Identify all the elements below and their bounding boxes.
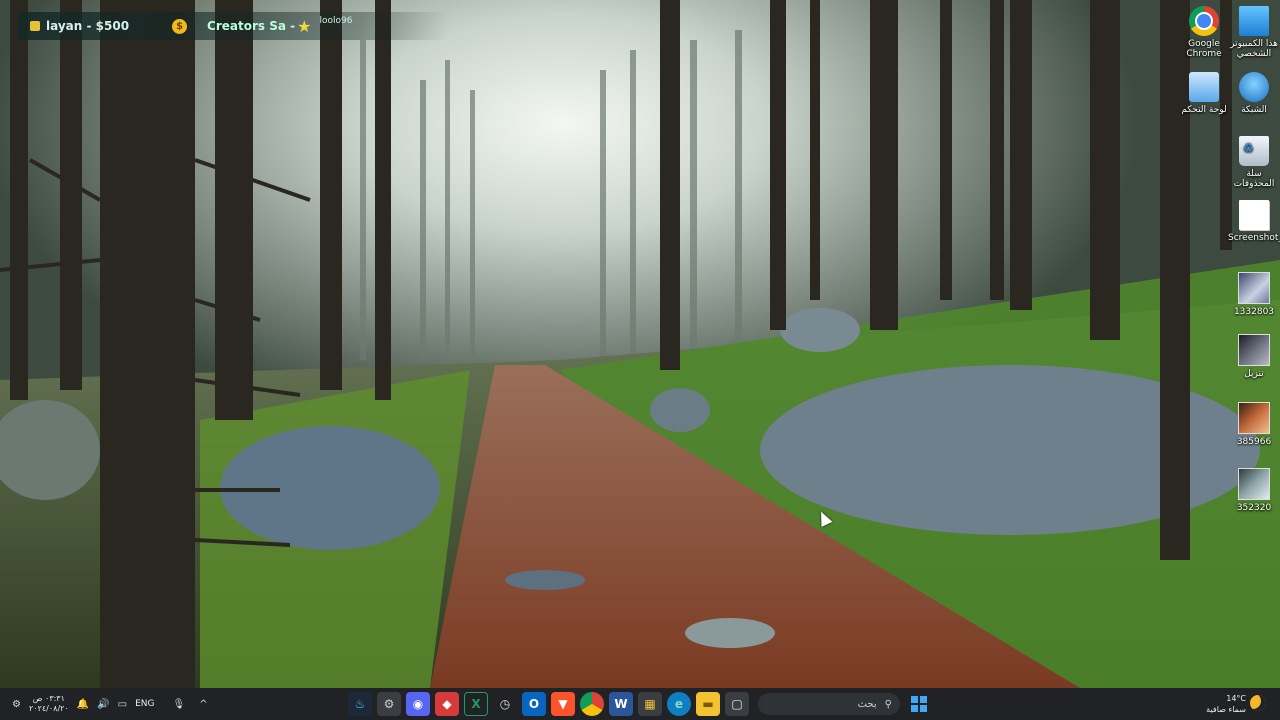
desktop-icon-download[interactable]: تنزيل bbox=[1228, 334, 1280, 379]
volume-icon[interactable]: 🔊 bbox=[97, 699, 109, 710]
desktop-icon-label: Google Chrome bbox=[1186, 39, 1222, 59]
desktop-icon-network[interactable]: الشبكة bbox=[1228, 72, 1280, 115]
desktop-icon-label: هذا الكمبيوتر الشخصي bbox=[1230, 39, 1278, 59]
clock-app-icon[interactable]: ◷ bbox=[493, 692, 517, 716]
handle-label: loolo96 bbox=[319, 16, 353, 26]
weather-temp: 14°C bbox=[1226, 694, 1246, 703]
desktop-icon-label: 352320 bbox=[1236, 503, 1272, 513]
desktop-icon-label: الشبكة bbox=[1241, 105, 1267, 115]
desktop-icon-label: تنزيل bbox=[1244, 369, 1264, 379]
dollar-icon: $ bbox=[172, 18, 188, 34]
edge-icon[interactable]: e bbox=[667, 692, 691, 716]
start-button[interactable] bbox=[908, 693, 930, 715]
taskbar: ⚙ ٠٣:٣١ ص ٢٠٢٤/٠٨/٢٠ 🔔 🔊 ▭ ENG 🎙 ^ ♨ ⚙ ◉… bbox=[0, 688, 1280, 720]
control-panel-icon bbox=[1189, 72, 1219, 102]
creators-label: Creators Sa - bbox=[207, 19, 296, 33]
stream-overlay-banner: layan - $500 $ Creators Sa - ★ loolo96 bbox=[18, 12, 448, 40]
clock[interactable]: ٠٣:٣١ ص ٢٠٢٤/٠٨/٢٠ bbox=[29, 694, 69, 714]
chrome-icon[interactable] bbox=[580, 692, 604, 716]
image-thumbnail-icon bbox=[1238, 402, 1270, 434]
brave-icon[interactable]: ▼ bbox=[551, 692, 575, 716]
steam-icon[interactable]: ♨ bbox=[348, 692, 372, 716]
store-icon[interactable]: ▦ bbox=[638, 692, 662, 716]
image-thumbnail-icon bbox=[1238, 334, 1270, 366]
desktop-icon-label: Screenshot_5 bbox=[1228, 233, 1280, 243]
language-indicator[interactable]: ENG bbox=[135, 699, 154, 709]
search-icon: ⚲ bbox=[884, 698, 892, 710]
weather-desc: سماء صافية bbox=[1206, 705, 1246, 714]
desktop-icon-control-panel[interactable]: لوحة التحكم bbox=[1178, 72, 1230, 115]
excel-icon[interactable]: X bbox=[464, 692, 488, 716]
desktop-icon-this-pc[interactable]: هذا الكمبيوتر الشخصي bbox=[1228, 6, 1280, 59]
discord-icon[interactable]: ◉ bbox=[406, 692, 430, 716]
settings-tray-icon[interactable]: ⚙ bbox=[12, 699, 21, 710]
image-thumbnail-icon bbox=[1238, 272, 1270, 304]
app-red-icon[interactable]: ◆ bbox=[435, 692, 459, 716]
image-thumbnail-icon bbox=[1238, 468, 1270, 500]
taskbar-search[interactable]: بحث ⚲ bbox=[758, 693, 900, 715]
star-icon: ★ bbox=[297, 16, 312, 36]
desktop-icon-chrome[interactable]: Google Chrome bbox=[1178, 6, 1230, 59]
system-tray: ⚙ ٠٣:٣١ ص ٢٠٢٤/٠٨/٢٠ 🔔 🔊 ▭ ENG 🎙 ^ bbox=[12, 688, 208, 720]
desktop-icon-label: 1332803 bbox=[1233, 307, 1275, 317]
file-explorer-icon[interactable]: ▬ bbox=[696, 692, 720, 716]
desktop-icon-screenshot[interactable]: Screenshot_5 bbox=[1228, 200, 1280, 243]
document-icon bbox=[1239, 200, 1269, 230]
this-pc-icon bbox=[1239, 6, 1269, 36]
clock-time: ٠٣:٣١ ص bbox=[32, 694, 65, 703]
recycle-bin-icon bbox=[1239, 136, 1269, 166]
clock-date: ٢٠٢٤/٠٨/٢٠ bbox=[28, 704, 69, 713]
desktop-icon-1332803[interactable]: 1332803 bbox=[1228, 272, 1280, 317]
weather-widget[interactable]: 14°C سماء صافية bbox=[1196, 693, 1246, 715]
desktop-icon-label: سلة المحذوفات bbox=[1233, 169, 1275, 189]
app-white-icon[interactable]: ▢ bbox=[725, 692, 749, 716]
desktop-icon-label: 385966 bbox=[1236, 437, 1272, 447]
notifications-icon[interactable]: 🔔 bbox=[77, 699, 89, 710]
settings-icon[interactable]: ⚙ bbox=[377, 692, 401, 716]
moon-weather-icon[interactable] bbox=[1250, 695, 1266, 711]
microphone-icon[interactable]: 🎙 bbox=[173, 699, 186, 710]
pinned-apps: ♨ ⚙ ◉ ◆ X ◷ O ▼ W ▦ e ▬ ▢ bbox=[348, 692, 749, 716]
search-placeholder: بحث bbox=[857, 698, 877, 710]
desktop-icon-352320[interactable]: 352320 bbox=[1228, 468, 1280, 513]
chrome-icon bbox=[1189, 6, 1219, 36]
desktop-icon-recycle-bin[interactable]: سلة المحذوفات bbox=[1228, 136, 1280, 189]
network-icon bbox=[1239, 72, 1269, 102]
network-tray-icon[interactable]: ▭ bbox=[118, 699, 127, 710]
user-amount-label: layan - $500 bbox=[46, 19, 130, 33]
chevron-up-icon[interactable]: ^ bbox=[199, 699, 207, 710]
desktop-icon-label: لوحة التحكم bbox=[1181, 105, 1227, 115]
start-icon bbox=[911, 696, 918, 703]
desktop-wallpaper bbox=[0, 0, 1280, 688]
outlook-icon[interactable]: O bbox=[522, 692, 546, 716]
word-icon[interactable]: W bbox=[609, 692, 633, 716]
desktop-icon-385966[interactable]: 385966 bbox=[1228, 402, 1280, 447]
coin-icon bbox=[30, 21, 40, 31]
